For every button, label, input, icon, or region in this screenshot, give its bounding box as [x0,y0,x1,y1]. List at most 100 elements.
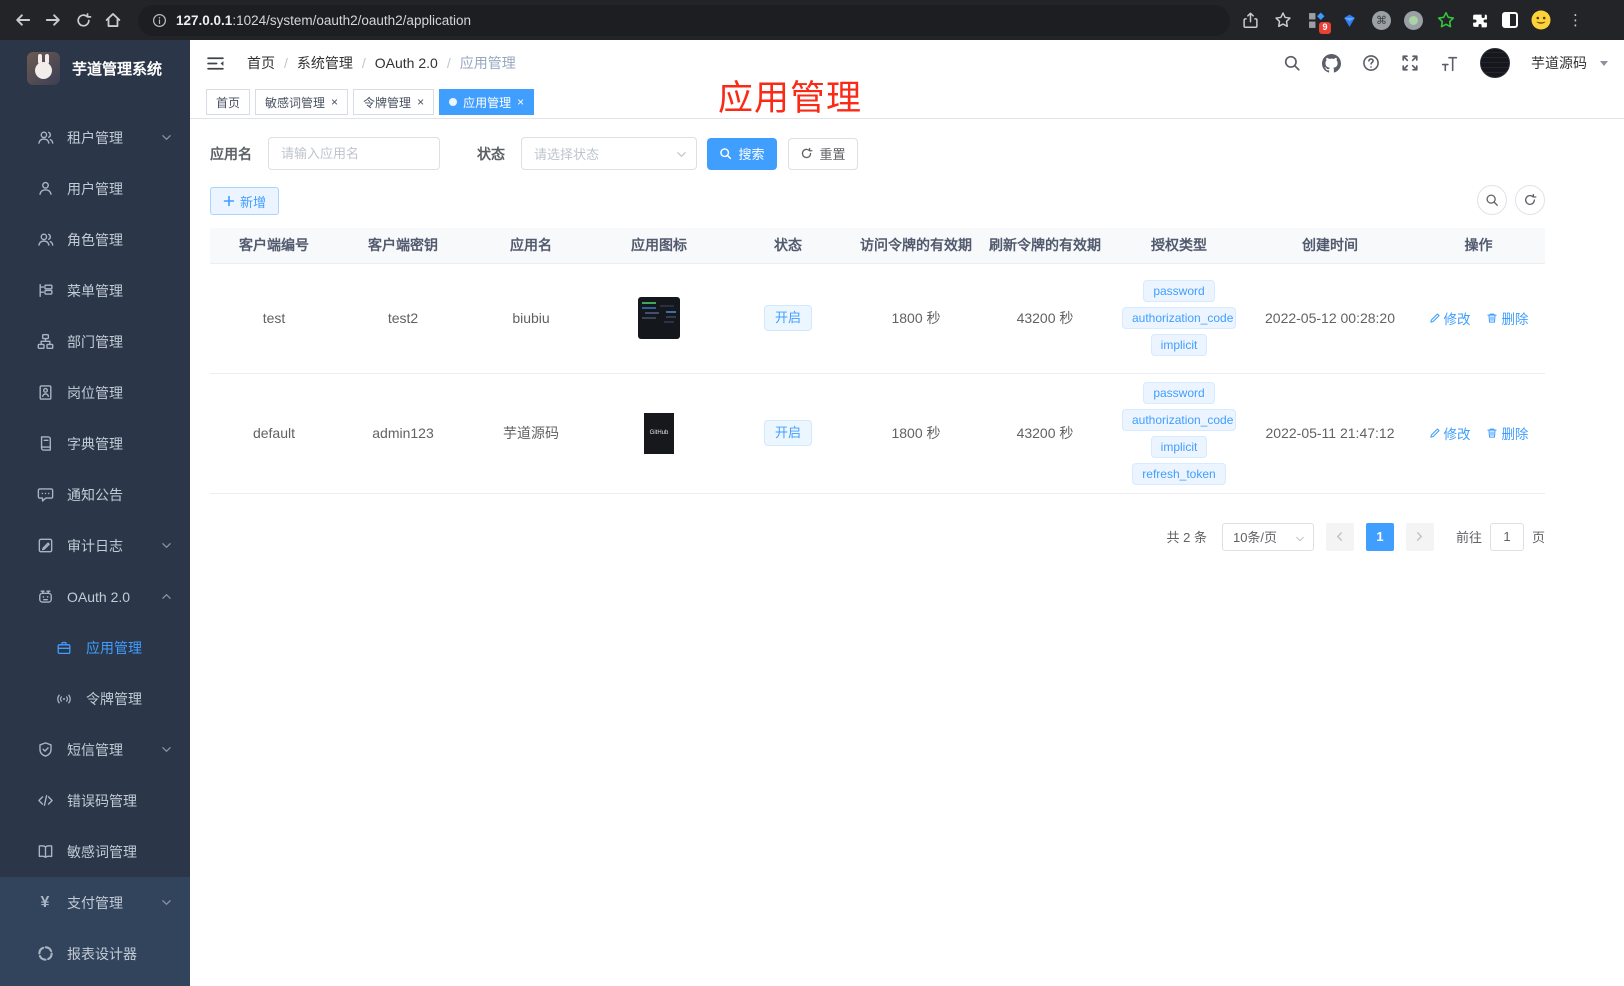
app-title: 芋道管理系统 [72,60,163,78]
sidebar-item-user[interactable]: 用户管理 [0,163,190,214]
sidebar-item-label: 字典管理 [67,435,123,452]
command-extension-icon[interactable]: ⌘ [1372,10,1391,30]
sidebar-item-sms[interactable]: 短信管理 [0,724,190,775]
sidebar-logo[interactable]: 芋道管理系统 [0,40,190,96]
reset-button[interactable]: 重置 [788,137,858,170]
site-info-icon[interactable] [152,13,167,28]
column-header: 应用名 [468,228,594,264]
goto-page-input[interactable] [1489,522,1524,551]
back-button[interactable] [10,7,36,33]
breadcrumb-oauth2[interactable]: OAuth 2.0 [375,55,438,71]
next-page-button[interactable] [1405,522,1434,551]
caret-down-icon[interactable] [1600,60,1608,66]
help-icon[interactable] [1362,54,1380,72]
sidebar-item-report-designer[interactable]: 报表设计器 [0,928,190,979]
github-icon[interactable] [1322,53,1341,73]
sidebar-item-pay[interactable]: ¥ 支付管理 [0,877,190,928]
sidebar-item-notice[interactable]: 通知公告 [0,469,190,520]
star-extension-icon[interactable] [1436,10,1456,30]
edit-button[interactable]: 修改 [1429,423,1471,443]
sidebar-item-sensitive-word[interactable]: 敏感词管理 [0,826,190,877]
table-header-row: 客户端编号 客户端密钥 应用名 应用图标 状态 访问令牌的有效期 刷新令牌的有效… [210,228,1545,264]
search-button[interactable]: 搜索 [707,137,777,170]
robot-icon [36,588,54,606]
column-header: 客户端编号 [210,228,338,264]
breadcrumb-system[interactable]: 系统管理 [297,53,353,73]
column-header: 创建时间 [1248,228,1412,264]
close-icon[interactable]: × [417,96,424,108]
column-header: 操作 [1412,228,1545,264]
main-panel: 应用管理 首页 / 系统管理 / OAuth 2.0 / 应用管理 芋道源码 首… [190,40,1624,986]
sidebar-item-errcode[interactable]: 错误码管理 [0,775,190,826]
sidebar-item-role[interactable]: 角色管理 [0,214,190,265]
sidebar-item-dict[interactable]: 字典管理 [0,418,190,469]
sidebar-item-audit-log[interactable]: 审计日志 [0,520,190,571]
forward-button[interactable] [40,7,66,33]
tab-application[interactable]: 应用管理 × [439,89,535,115]
cell-created-at: 2022-05-12 00:28:20 [1248,263,1412,374]
page-size-select[interactable]: 10条/页 [1221,522,1314,551]
gem-extension-icon[interactable] [1339,10,1359,30]
url-text: 127.0.0.1:1024/system/oauth2/oauth2/appl… [176,12,471,28]
extension-grid-icon[interactable]: 9 [1306,10,1331,34]
app-name-input[interactable] [268,137,440,170]
close-icon[interactable]: × [517,96,524,108]
open-book-icon [36,843,54,861]
chevron-up-icon [161,591,172,602]
chevron-down-icon [676,149,687,160]
add-button[interactable]: 新增 [210,187,279,215]
puzzle-extension-icon[interactable] [1469,10,1489,30]
top-navbar: 首页 / 系统管理 / OAuth 2.0 / 应用管理 芋道源码 [190,40,1624,86]
chevron-down-icon [161,540,172,551]
profile-avatar-icon[interactable] [1531,10,1551,30]
signal-token-icon [55,690,73,708]
user-avatar[interactable] [1480,48,1510,78]
sidebar-item-tenant[interactable]: 租户管理 [0,112,190,163]
refresh-table-button[interactable] [1515,185,1545,215]
font-size-icon[interactable] [1440,54,1459,73]
users-icon [36,231,54,249]
sidebar-item-label: 通知公告 [67,486,123,503]
page-unit-label: 页 [1531,530,1545,545]
reload-button[interactable] [70,7,96,33]
sidebar-item-oauth2-application[interactable]: 应用管理 [0,622,190,673]
page-number-current[interactable]: 1 [1365,522,1394,551]
tab-token[interactable]: 令牌管理 × [353,89,435,115]
column-header: 客户端密钥 [338,228,468,264]
tab-sensitive-word[interactable]: 敏感词管理 × [255,89,349,115]
share-icon[interactable] [1240,10,1260,30]
side-panel-icon[interactable] [1502,12,1518,28]
show-search-button[interactable] [1477,185,1507,215]
fullscreen-icon[interactable] [1401,54,1419,72]
org-chart-icon [36,333,54,351]
edit-button[interactable]: 修改 [1429,308,1471,328]
record-extension-icon[interactable] [1404,10,1423,30]
menu-fold-icon[interactable] [206,54,225,73]
sidebar-item-oauth2[interactable]: OAuth 2.0 [0,571,190,622]
report-designer-icon [36,945,54,963]
chrome-menu-icon[interactable]: ⋮ [1568,11,1583,29]
username[interactable]: 芋道源码 [1531,53,1587,73]
grant-type-tags: password authorization_code implicit ref… [1114,381,1244,485]
delete-button[interactable]: 删除 [1486,423,1528,443]
annotation-title: 应用管理 [718,79,863,118]
status-select[interactable]: 请选择状态 [521,137,697,170]
table-toolbar: 新增 [210,170,1545,215]
bookmark-star-icon[interactable] [1273,10,1293,30]
tab-home[interactable]: 首页 [206,89,251,115]
sidebar-item-oauth2-token[interactable]: 令牌管理 [0,673,190,724]
sidebar-item-post[interactable]: 岗位管理 [0,367,190,418]
breadcrumb-home[interactable]: 首页 [247,53,275,73]
sidebar-item-dept[interactable]: 部门管理 [0,316,190,367]
address-bar[interactable]: 127.0.0.1:1024/system/oauth2/oauth2/appl… [138,4,1230,36]
status-label: 状态 [477,145,505,162]
sidebar-item-menu[interactable]: 菜单管理 [0,265,190,316]
prev-page-button[interactable] [1325,522,1354,551]
delete-button[interactable]: 删除 [1486,308,1528,328]
close-icon[interactable]: × [331,96,338,108]
column-header: 刷新令牌的有效期 [980,228,1110,264]
status-badge: 开启 [763,305,812,331]
sidebar-bottom-section: ¥ 支付管理 报表设计器 [0,877,190,986]
home-button[interactable] [100,7,126,33]
search-icon[interactable] [1283,54,1301,72]
